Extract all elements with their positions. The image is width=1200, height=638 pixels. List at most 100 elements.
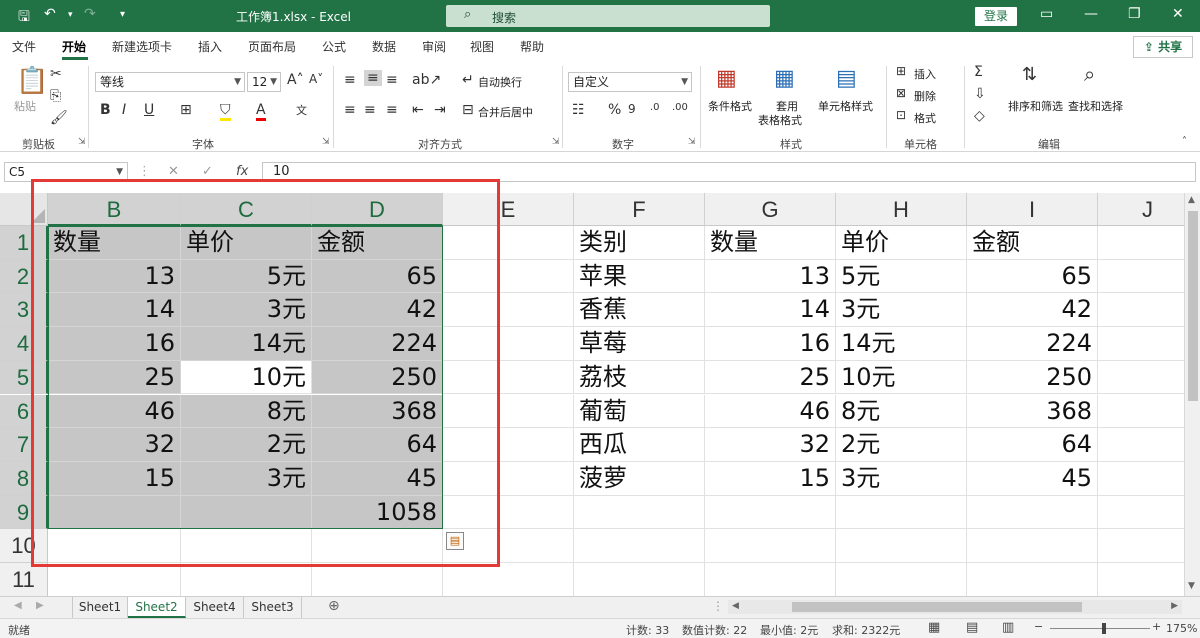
cell-c10[interactable]: [181, 529, 312, 563]
cell-h4[interactable]: 14元: [836, 327, 967, 361]
merge-center-icon[interactable]: ⊟: [462, 102, 474, 118]
cell-f1[interactable]: 类别: [574, 226, 705, 260]
cell-g2[interactable]: 13: [705, 259, 836, 294]
formula-input[interactable]: 10: [262, 162, 1196, 182]
conditional-format-icon[interactable]: ▦: [716, 66, 737, 91]
cell-i8[interactable]: 45: [967, 461, 1098, 496]
cell-g11[interactable]: [705, 563, 836, 596]
cell-g8[interactable]: 15: [705, 461, 836, 496]
cell-h9[interactable]: [836, 495, 967, 530]
cell-i5[interactable]: 250: [967, 360, 1098, 395]
orientation-icon[interactable]: ab↗: [412, 72, 441, 88]
cell-c1[interactable]: 单价: [181, 226, 312, 260]
redo-icon[interactable]: ↷: [84, 6, 96, 22]
align-left-icon[interactable]: ≡: [344, 102, 356, 118]
border-icon[interactable]: ⊞: [180, 102, 192, 118]
format-as-table-label-2[interactable]: 表格格式: [758, 112, 802, 128]
cell-d1[interactable]: 金额: [312, 226, 443, 260]
row-header-9[interactable]: 9: [0, 495, 48, 530]
font-size-combo[interactable]: 12 ▼: [247, 72, 281, 92]
cell-b4[interactable]: 16: [48, 327, 181, 361]
restore-icon[interactable]: ❐: [1128, 6, 1141, 22]
cell-e11[interactable]: [443, 563, 574, 596]
cell-f4[interactable]: 草莓: [574, 327, 705, 361]
wrap-text-icon[interactable]: ↵: [462, 72, 474, 88]
cell-g10[interactable]: [705, 529, 836, 563]
format-cells-button[interactable]: 格式: [914, 110, 936, 126]
cell-c8[interactable]: 3元: [181, 461, 312, 496]
row-header-1[interactable]: 1: [0, 226, 48, 260]
find-select-icon[interactable]: ⌕: [1084, 62, 1095, 86]
horizontal-scrollbar[interactable]: ◀ ▶: [728, 600, 1182, 614]
cell-i9[interactable]: [967, 495, 1098, 530]
font-color-icon[interactable]: A: [256, 102, 266, 121]
cell-h3[interactable]: 3元: [836, 293, 967, 328]
cell-d3[interactable]: 42: [312, 293, 443, 328]
cell-j3[interactable]: [1098, 293, 1184, 328]
select-all-button[interactable]: [0, 193, 48, 226]
cell-f7[interactable]: 西瓜: [574, 428, 705, 462]
cell-g5[interactable]: 25: [705, 360, 836, 395]
cut-icon[interactable]: ✂: [50, 66, 62, 82]
cell-b9[interactable]: [48, 495, 181, 530]
cell-i6[interactable]: 368: [967, 394, 1098, 429]
column-header-f[interactable]: F: [574, 193, 705, 226]
percent-icon[interactable]: %: [608, 102, 621, 118]
cell-e6[interactable]: [443, 394, 574, 429]
horizontal-scroll-thumb[interactable]: [792, 602, 1082, 612]
cell-f5[interactable]: 荔枝: [574, 360, 705, 395]
cell-g7[interactable]: 32: [705, 428, 836, 462]
align-right-icon[interactable]: ≡: [386, 102, 398, 118]
cell-f11[interactable]: [574, 563, 705, 596]
align-top-icon[interactable]: ≡: [344, 72, 356, 88]
row-header-10[interactable]: 10: [0, 529, 48, 563]
decrease-indent-icon[interactable]: ⇤: [412, 102, 424, 118]
cell-h5[interactable]: 10元: [836, 360, 967, 395]
cell-j2[interactable]: [1098, 260, 1184, 294]
cell-g1[interactable]: 数量: [705, 226, 836, 260]
cell-b6[interactable]: 46: [48, 394, 181, 429]
row-header-2[interactable]: 2: [0, 259, 48, 294]
column-header-c[interactable]: C: [181, 193, 312, 226]
zoom-slider-thumb[interactable]: [1102, 623, 1106, 634]
zoom-level[interactable]: 175%: [1166, 622, 1197, 635]
delete-cells-button[interactable]: 删除: [914, 88, 936, 104]
cell-g4[interactable]: 16: [705, 327, 836, 361]
cell-i1[interactable]: 金额: [967, 226, 1098, 260]
cell-e5[interactable]: [443, 360, 574, 395]
cell-d4[interactable]: 224: [312, 327, 443, 361]
cell-b3[interactable]: 14: [48, 293, 181, 328]
cell-d7[interactable]: 64: [312, 428, 443, 462]
vertical-scroll-thumb[interactable]: [1188, 211, 1198, 401]
cell-f9[interactable]: [574, 495, 705, 530]
cell-f6[interactable]: 葡萄: [574, 394, 705, 429]
column-header-j[interactable]: J: [1098, 193, 1184, 226]
cell-c9[interactable]: [181, 495, 312, 530]
sheet-tab-sheet1[interactable]: Sheet1: [72, 597, 128, 618]
font-launcher-icon[interactable]: ⇲: [322, 137, 330, 147]
cell-c3[interactable]: 3元: [181, 293, 312, 328]
next-sheet-icon[interactable]: ▶: [36, 600, 44, 611]
row-header-8[interactable]: 8: [0, 461, 48, 496]
zoom-slider[interactable]: [1050, 628, 1150, 629]
save-icon[interactable]: 🖫: [18, 6, 30, 30]
cell-d10[interactable]: [312, 529, 443, 563]
cell-f8[interactable]: 菠萝: [574, 461, 705, 496]
cell-h2[interactable]: 5元: [836, 259, 967, 294]
page-break-view-icon[interactable]: ▥: [1002, 620, 1014, 635]
row-header-11[interactable]: 11: [0, 563, 48, 596]
close-icon[interactable]: ✕: [1172, 6, 1184, 22]
cell-e7[interactable]: [443, 428, 574, 462]
insert-cells-button[interactable]: 插入: [914, 66, 936, 82]
align-center-icon[interactable]: ≡: [364, 102, 376, 118]
cell-j10[interactable]: [1098, 529, 1184, 563]
scroll-left-icon[interactable]: ◀: [732, 601, 739, 611]
cell-h10[interactable]: [836, 529, 967, 563]
cell-c4[interactable]: 14元: [181, 327, 312, 361]
cell-b8[interactable]: 15: [48, 461, 181, 496]
wrap-text-button[interactable]: 自动换行: [478, 74, 522, 90]
cell-c6[interactable]: 8元: [181, 394, 312, 429]
undo-dropdown-icon[interactable]: ▾: [68, 10, 73, 20]
increase-decimal-icon[interactable]: .0: [650, 102, 660, 113]
sheet-tab-sheet2[interactable]: Sheet2: [128, 597, 186, 618]
